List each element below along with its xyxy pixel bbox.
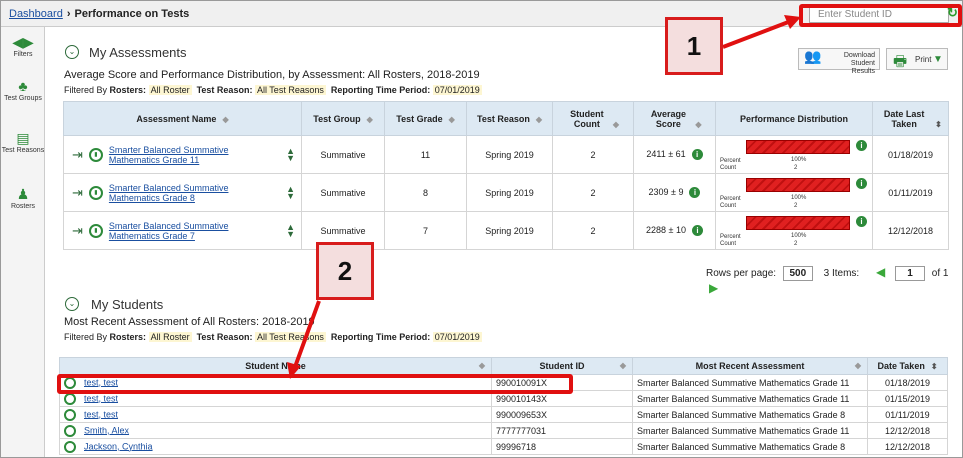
app-window: Dashboard › Performance on Tests Enter Stu… [0,0,963,458]
callout-1: 1 [665,17,723,75]
callout-arrow-2 [293,300,321,368]
callout-arrows [287,15,801,379]
callout-2: 2 [316,242,374,300]
callout-arrowhead-2 [287,362,301,379]
callout-arrow-1 [722,19,792,49]
